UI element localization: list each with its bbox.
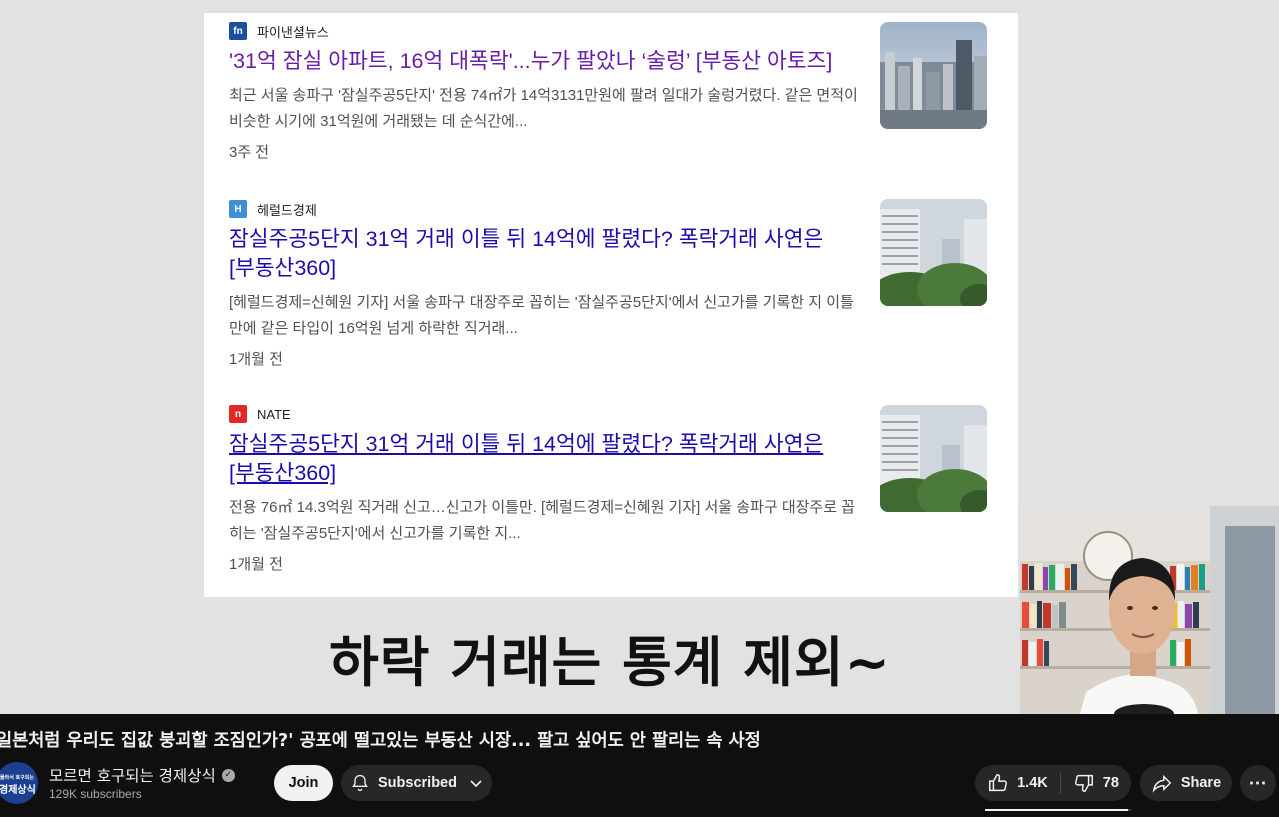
news-source-name: 파이낸셜뉴스 bbox=[257, 24, 329, 40]
channel-avatar[interactable]: 몰라서 호구되는 경제상식 bbox=[0, 762, 38, 804]
nate-logo-icon: n bbox=[229, 405, 247, 423]
herald-logo-icon: H bbox=[229, 200, 247, 218]
news-headline-link[interactable]: 잠실주공5단지 31억 거래 이틀 뒤 14억에 팔렸다? 폭락거래 사연은 [… bbox=[229, 430, 854, 488]
avatar-line1: 몰라서 호구되는 bbox=[0, 775, 34, 781]
fn-logo-icon: fn bbox=[229, 22, 247, 40]
verified-check-icon: ✓ bbox=[221, 768, 235, 782]
subscriber-count: 129K subscribers bbox=[49, 787, 142, 801]
like-ratio-bar bbox=[985, 809, 1131, 811]
more-horizontal-icon: ⋯ bbox=[1248, 772, 1268, 793]
dislike-count: 78 bbox=[1102, 775, 1119, 791]
news-snippet: 전용 76㎡ 14.3억원 직거래 신고…신고가 이틀만. [헤럴드경제=신혜원… bbox=[229, 499, 855, 542]
news-snippet: 최근 서울 송파구 '잠실주공5단지' 전용 74㎡가 14억3131만원에 팔… bbox=[229, 87, 858, 130]
news-source-name: 헤럴드경제 bbox=[257, 202, 317, 218]
chevron-down-icon bbox=[469, 776, 483, 790]
presenter-video-overlay bbox=[1020, 506, 1279, 714]
news-thumbnail-1[interactable] bbox=[880, 22, 987, 129]
video-title: 일본처럼 우리도 집값 붕괴할 조짐인가?' 공포에 떨고있는 부동산 시장..… bbox=[0, 731, 761, 751]
more-actions-button[interactable]: ⋯ bbox=[1240, 765, 1276, 801]
thumbs-up-icon bbox=[987, 772, 1009, 794]
like-dislike-group: 1.4K 78 bbox=[975, 765, 1131, 801]
subscribed-label: Subscribed bbox=[378, 775, 457, 791]
news-age: 1개월 전 bbox=[229, 556, 283, 573]
thumbs-down-icon bbox=[1073, 772, 1095, 794]
news-headline-link[interactable]: '31억 잠실 아파트, 16억 대폭락'...누가 팔았나 ‘술렁’ [부동산… bbox=[229, 47, 854, 76]
share-button[interactable]: Share bbox=[1140, 765, 1232, 801]
share-arrow-icon bbox=[1151, 772, 1173, 794]
channel-name-row: 모르면 호구되는 경제상식 ✓ bbox=[49, 764, 235, 786]
dislike-button[interactable]: 78 bbox=[1061, 772, 1119, 794]
news-thumbnail-3[interactable] bbox=[880, 405, 987, 512]
share-label: Share bbox=[1180, 775, 1222, 791]
avatar-line2: 경제상식 bbox=[0, 785, 36, 796]
channel-name[interactable]: 모르면 호구되는 경제상식 bbox=[49, 764, 216, 786]
like-button[interactable]: 1.4K bbox=[987, 772, 1061, 794]
like-count: 1.4K bbox=[1017, 775, 1048, 791]
subscribed-button[interactable]: Subscribed bbox=[341, 765, 492, 801]
news-thumbnail-2[interactable] bbox=[880, 199, 987, 306]
news-headline-link[interactable]: 잠실주공5단지 31억 거래 이틀 뒤 14억에 팔렸다? 폭락거래 사연은 [… bbox=[229, 225, 854, 283]
video-player[interactable]: fn 파이낸셜뉴스 '31억 잠실 아파트, 16억 대폭락'...누가 팔았나… bbox=[0, 0, 1279, 714]
news-age: 1개월 전 bbox=[229, 351, 283, 368]
news-source-name: NATE bbox=[257, 406, 291, 422]
news-snippet: [헤럴드경제=신혜원 기자] 서울 송파구 대장주로 꼽히는 '잠실주공5단지'… bbox=[229, 294, 854, 337]
news-age: 3주 전 bbox=[229, 144, 270, 161]
bell-icon bbox=[350, 773, 370, 793]
join-button[interactable]: Join bbox=[274, 765, 333, 801]
news-search-card: fn 파이낸셜뉴스 '31억 잠실 아파트, 16억 대폭락'...누가 팔았나… bbox=[204, 13, 1018, 597]
